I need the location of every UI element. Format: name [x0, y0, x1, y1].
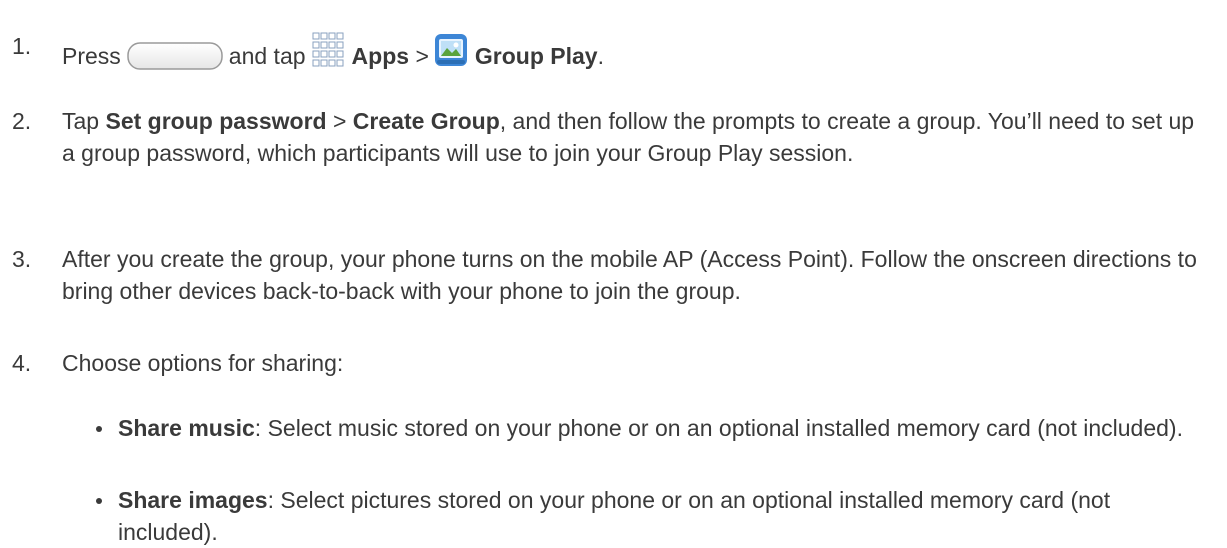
period: . — [597, 43, 604, 69]
step-text: Choose options for sharing: — [62, 350, 344, 376]
step-text: Press and tap Apps > Group Play. — [62, 30, 1212, 72]
share-images-desc: : Select pictures stored on your phone o… — [118, 487, 1111, 545]
share-music-label: Share music — [118, 415, 255, 441]
apps-grid-icon — [310, 30, 346, 70]
step-number: 4. — [12, 350, 32, 376]
apps-label: Apps — [351, 43, 410, 69]
step-number: 3. — [12, 246, 32, 272]
share-music-desc: : Select music stored on your phone or o… — [254, 415, 1183, 441]
create-group-label: Create Group — [352, 108, 500, 134]
and-tap-text: and tap — [228, 43, 306, 69]
group-play-label: Group Play — [474, 43, 598, 69]
bullet-dot — [96, 426, 102, 432]
press-text: Press — [62, 43, 121, 69]
group-play-icon — [433, 30, 469, 70]
bullet-dot — [96, 498, 102, 504]
step-text: Tap Set group password > Create Group, a… — [62, 105, 1212, 169]
tap-text: Tap — [62, 108, 100, 134]
separator: > — [332, 108, 347, 134]
separator: > — [415, 43, 429, 69]
step-text: After you create the group, your phone t… — [62, 246, 1197, 304]
step-number: 1. — [12, 33, 32, 59]
set-group-password-label: Set group password — [105, 108, 327, 134]
share-images-label: Share images — [118, 487, 268, 513]
bullet-text: Share images: Select pictures stored on … — [118, 484, 1211, 548]
home-key-icon — [127, 42, 223, 70]
bullet-text: Share music: Select music stored on your… — [118, 412, 1211, 444]
step-number: 2. — [12, 108, 32, 134]
